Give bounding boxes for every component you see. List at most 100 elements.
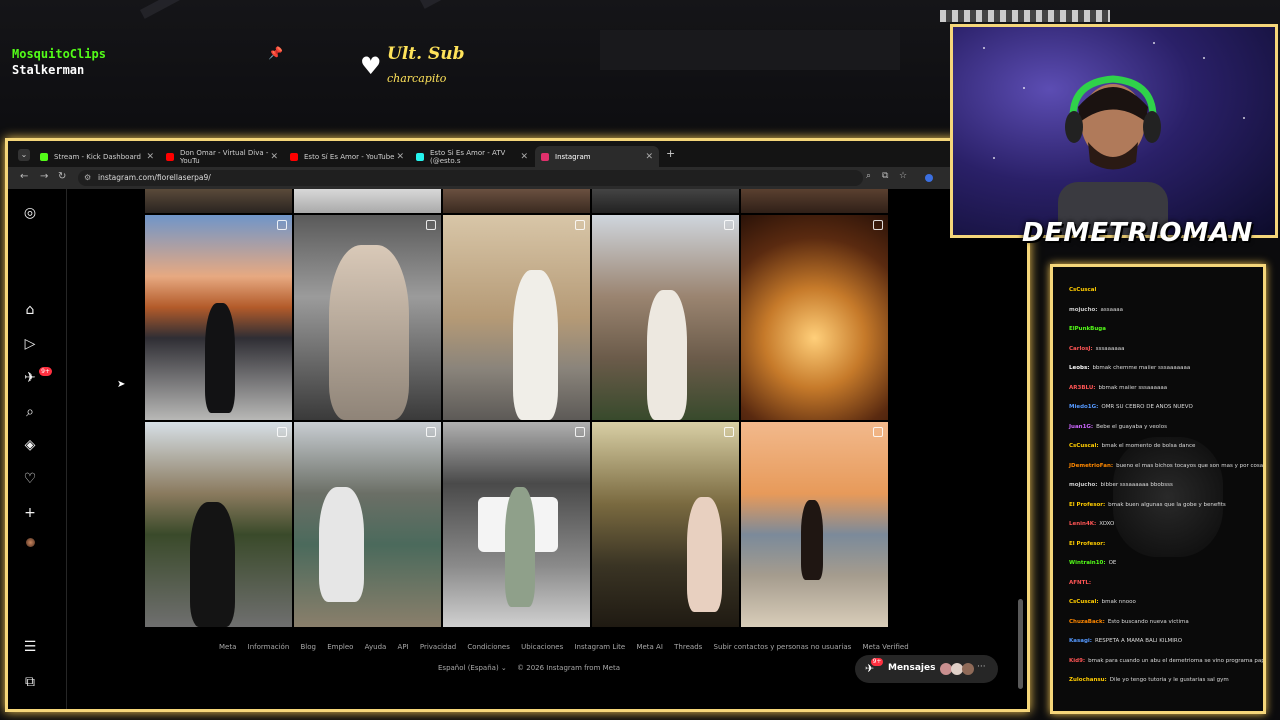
chat-text: bbmak maiier sssaaaaaa bbox=[1098, 384, 1168, 391]
menu-icon[interactable]: ☰ bbox=[22, 639, 38, 655]
post-thumbnail[interactable] bbox=[294, 422, 441, 627]
new-tab-button[interactable]: + bbox=[666, 147, 675, 160]
footer-link[interactable]: Meta Verified bbox=[863, 643, 909, 651]
chat-message: mojucho: assaaaa bbox=[1069, 307, 1123, 313]
chat-username[interactable]: Kid9: bbox=[1069, 658, 1085, 664]
post-thumbnail[interactable] bbox=[741, 189, 888, 213]
chat-username[interactable]: Leobs: bbox=[1069, 365, 1089, 371]
post-thumbnail[interactable] bbox=[592, 189, 739, 213]
chat-text: bbmak chemme maiier sssaaaaaaa bbox=[1092, 365, 1191, 371]
chat-username[interactable]: Miedo1G: bbox=[1069, 404, 1098, 410]
chat-username[interactable]: AR3BLU: bbox=[1069, 385, 1096, 391]
post-thumbnail[interactable] bbox=[145, 422, 292, 627]
footer-link[interactable]: Condiciones bbox=[467, 643, 509, 651]
chat-username[interactable]: Wintrain10: bbox=[1069, 560, 1106, 566]
chat-username[interactable]: Juan1G: bbox=[1069, 424, 1093, 430]
chat-username[interactable]: Kasagi: bbox=[1069, 638, 1092, 644]
footer-link[interactable]: Ubicaciones bbox=[521, 643, 563, 651]
post-thumbnail[interactable] bbox=[443, 189, 590, 213]
chat-message: AR3BLU: bbmak maiier sssaaaaaa bbox=[1069, 385, 1167, 391]
post-thumbnail[interactable] bbox=[294, 215, 441, 420]
heart-icon[interactable]: ♡ bbox=[22, 471, 38, 487]
profile-avatar[interactable] bbox=[26, 538, 35, 547]
forward-icon[interactable]: → bbox=[40, 171, 48, 182]
post-thumbnail[interactable] bbox=[443, 215, 590, 420]
instagram-logo-icon[interactable]: ◎ bbox=[22, 205, 38, 221]
post-thumbnail[interactable] bbox=[294, 189, 441, 213]
tab-esto-si-es-amor-youtube[interactable]: Esto Sí Es Amor - YouTube ✕ bbox=[284, 146, 410, 167]
chat-message: Kasagi: RESPETA A MAMA BALI KILMIRO bbox=[1069, 638, 1182, 644]
back-icon[interactable]: ← bbox=[20, 171, 28, 182]
home-icon[interactable]: ⌂ bbox=[22, 302, 38, 318]
footer-link[interactable]: Subir contactos y personas no usuarias bbox=[714, 643, 852, 651]
install-icon[interactable]: ⧉ bbox=[882, 171, 888, 181]
youtube-icon bbox=[290, 152, 298, 161]
tab-bar: ⌄ Stream - Kick Dashboard ✕ Don Omar - V… bbox=[8, 141, 1027, 167]
messages-button[interactable]: ✈ 9+ Mensajes ··· bbox=[855, 655, 998, 683]
post-thumbnail[interactable] bbox=[592, 215, 739, 420]
zoom-icon[interactable]: ⌕ bbox=[866, 171, 871, 181]
chat-username[interactable]: mojucho: bbox=[1069, 482, 1097, 488]
post-thumbnail[interactable] bbox=[741, 422, 888, 627]
reels-icon[interactable]: ▷ bbox=[22, 336, 38, 352]
close-icon[interactable]: ✕ bbox=[645, 152, 653, 162]
footer-link[interactable]: Ayuda bbox=[365, 643, 387, 651]
chat-username[interactable]: Zulochansu: bbox=[1069, 677, 1107, 683]
tab-instagram[interactable]: Instagram ✕ bbox=[535, 146, 659, 167]
tab-label: Stream - Kick Dashboard bbox=[54, 152, 141, 161]
chat-username[interactable]: CsCuscal: bbox=[1069, 443, 1099, 449]
chat-username[interactable]: CsCuscal bbox=[1069, 287, 1096, 293]
post-thumbnail[interactable] bbox=[592, 422, 739, 627]
post-thumbnail[interactable] bbox=[145, 215, 292, 420]
close-icon[interactable]: ✕ bbox=[270, 152, 278, 162]
footer-link[interactable]: Meta AI bbox=[636, 643, 662, 651]
chat-username[interactable]: AFNTL: bbox=[1069, 580, 1091, 586]
footer-link[interactable]: Privacidad bbox=[420, 643, 456, 651]
explore-icon[interactable]: ◈ bbox=[22, 437, 38, 453]
bookmark-star-icon[interactable]: ☆ bbox=[899, 171, 907, 181]
extension-icon[interactable] bbox=[925, 174, 933, 182]
tab-label: Don Omar - Virtual Diva - YouTu bbox=[180, 148, 269, 165]
instagram-icon bbox=[541, 152, 549, 161]
tab-kick-dashboard[interactable]: Stream - Kick Dashboard ✕ bbox=[34, 146, 160, 167]
chat-message: El Profesor: bbox=[1069, 541, 1108, 547]
footer-link[interactable]: API bbox=[398, 643, 409, 651]
chat-username[interactable]: JDemetrioFan: bbox=[1069, 463, 1113, 469]
footer-link[interactable]: Empleo bbox=[327, 643, 353, 651]
chat-username[interactable]: CsCuscal: bbox=[1069, 599, 1099, 605]
tab-search-button[interactable]: ⌄ bbox=[18, 149, 30, 161]
footer-link[interactable]: Instagram Lite bbox=[574, 643, 625, 651]
post-thumbnail[interactable] bbox=[741, 215, 888, 420]
search-icon[interactable]: ⌕ bbox=[22, 404, 38, 420]
footer-link[interactable]: Meta bbox=[219, 643, 236, 651]
chat-username[interactable]: mojucho: bbox=[1069, 307, 1097, 313]
close-icon[interactable]: ✕ bbox=[146, 152, 154, 162]
scrollbar[interactable] bbox=[1018, 599, 1023, 689]
site-info-icon[interactable]: ⚙ bbox=[84, 170, 91, 186]
chat-message: CarlosJ: sssaaaaaa bbox=[1069, 346, 1124, 352]
tab-esto-si-es-amor-tiktok[interactable]: Esto Si Es Amor - ATV (@esto.s ✕ bbox=[410, 146, 534, 167]
direct-message-icon[interactable]: ✈ bbox=[22, 370, 38, 386]
meta-apps-icon[interactable]: ⧉ bbox=[22, 674, 38, 690]
chat-username[interactable]: CarlosJ: bbox=[1069, 346, 1093, 352]
chat-username[interactable]: El Profesor: bbox=[1069, 502, 1105, 508]
close-icon[interactable]: ✕ bbox=[396, 152, 404, 162]
close-icon[interactable]: ✕ bbox=[520, 152, 528, 162]
chat-message: AFNTL: bbox=[1069, 580, 1094, 586]
footer-link[interactable]: Información bbox=[248, 643, 290, 651]
chat-username[interactable]: ElPunkBuga bbox=[1069, 326, 1106, 332]
chat-username[interactable]: El Profesor: bbox=[1069, 541, 1105, 547]
address-bar[interactable]: ⚙ instagram.com/fiorellaserpa9/ bbox=[78, 170, 863, 186]
create-icon[interactable]: + bbox=[22, 505, 38, 521]
chat-text: OMR SU CEBRO DE ANOS NUEVO bbox=[1101, 404, 1193, 410]
chat-username[interactable]: Lenin4K: bbox=[1069, 521, 1096, 527]
footer-link[interactable]: Blog bbox=[300, 643, 315, 651]
language-select[interactable]: Español (España) bbox=[438, 664, 499, 672]
tab-label: Esto Si Es Amor - ATV (@esto.s bbox=[430, 148, 506, 165]
chat-username[interactable]: ChuzaBack: bbox=[1069, 619, 1105, 625]
reload-icon[interactable]: ↻ bbox=[58, 171, 66, 182]
post-thumbnail[interactable] bbox=[145, 189, 292, 213]
tab-don-omar[interactable]: Don Omar - Virtual Diva - YouTu ✕ bbox=[160, 146, 284, 167]
post-thumbnail[interactable] bbox=[443, 422, 590, 627]
footer-link[interactable]: Threads bbox=[674, 643, 702, 651]
